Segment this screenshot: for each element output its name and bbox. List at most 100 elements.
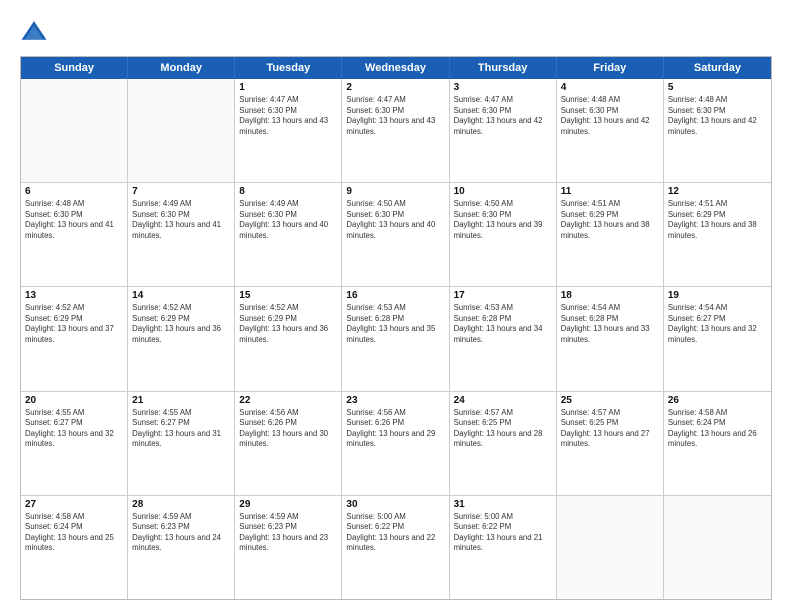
cell-info: Sunrise: 4:58 AM Sunset: 6:24 PM Dayligh… <box>25 512 123 554</box>
day-number: 9 <box>346 186 444 197</box>
cell-info: Sunrise: 4:53 AM Sunset: 6:28 PM Dayligh… <box>346 303 444 345</box>
cell-info: Sunrise: 4:52 AM Sunset: 6:29 PM Dayligh… <box>132 303 230 345</box>
calendar-cell: 28 Sunrise: 4:59 AM Sunset: 6:23 PM Dayli… <box>128 496 235 599</box>
cell-info: Sunrise: 4:55 AM Sunset: 6:27 PM Dayligh… <box>25 408 123 450</box>
day-number: 25 <box>561 395 659 406</box>
cell-info: Sunrise: 4:49 AM Sunset: 6:30 PM Dayligh… <box>239 199 337 241</box>
calendar-cell: 8 Sunrise: 4:49 AM Sunset: 6:30 PM Daylig… <box>235 183 342 286</box>
cell-info: Sunrise: 4:47 AM Sunset: 6:30 PM Dayligh… <box>346 95 444 137</box>
day-number: 22 <box>239 395 337 406</box>
weekday-header: Saturday <box>664 57 771 79</box>
cell-info: Sunrise: 4:59 AM Sunset: 6:23 PM Dayligh… <box>132 512 230 554</box>
day-number: 21 <box>132 395 230 406</box>
cell-info: Sunrise: 4:55 AM Sunset: 6:27 PM Dayligh… <box>132 408 230 450</box>
calendar-cell: 15 Sunrise: 4:52 AM Sunset: 6:29 PM Dayli… <box>235 287 342 390</box>
calendar-cell: 6Sunrise: 4:48 AM Sunset: 6:30 PM Daylig… <box>21 183 128 286</box>
calendar-cell <box>128 79 235 182</box>
calendar-cell <box>664 496 771 599</box>
day-number: 1 <box>239 82 337 93</box>
cell-info: Sunrise: 4:50 AM Sunset: 6:30 PM Dayligh… <box>346 199 444 241</box>
weekday-header: Sunday <box>21 57 128 79</box>
calendar-body: 1 Sunrise: 4:47 AM Sunset: 6:30 PM Daylig… <box>21 79 771 599</box>
calendar-cell: 12 Sunrise: 4:51 AM Sunset: 6:29 PM Dayli… <box>664 183 771 286</box>
cell-info: Sunrise: 4:51 AM Sunset: 6:29 PM Dayligh… <box>668 199 767 241</box>
calendar-cell: 16 Sunrise: 4:53 AM Sunset: 6:28 PM Dayli… <box>342 287 449 390</box>
calendar-week: 6Sunrise: 4:48 AM Sunset: 6:30 PM Daylig… <box>21 182 771 286</box>
calendar-cell <box>21 79 128 182</box>
logo-icon <box>20 18 48 46</box>
day-number: 16 <box>346 290 444 301</box>
calendar-cell: 18 Sunrise: 4:54 AM Sunset: 6:28 PM Dayli… <box>557 287 664 390</box>
cell-info: Sunrise: 4:53 AM Sunset: 6:28 PM Dayligh… <box>454 303 552 345</box>
cell-info: Sunrise: 4:48 AM Sunset: 6:30 PM Dayligh… <box>668 95 767 137</box>
day-number: 17 <box>454 290 552 301</box>
calendar-week: 27 Sunrise: 4:58 AM Sunset: 6:24 PM Dayli… <box>21 495 771 599</box>
day-number: 3 <box>454 82 552 93</box>
cell-info: Sunrise: 4:47 AM Sunset: 6:30 PM Dayligh… <box>239 95 337 137</box>
cell-info: Sunrise: 4:56 AM Sunset: 6:26 PM Dayligh… <box>346 408 444 450</box>
calendar-cell: 2Sunrise: 4:47 AM Sunset: 6:30 PM Daylig… <box>342 79 449 182</box>
calendar-cell <box>557 496 664 599</box>
cell-info: Sunrise: 4:57 AM Sunset: 6:25 PM Dayligh… <box>454 408 552 450</box>
day-number: 7 <box>132 186 230 197</box>
calendar-cell: 30 Sunrise: 5:00 AM Sunset: 6:22 PM Dayli… <box>342 496 449 599</box>
cell-info: Sunrise: 4:54 AM Sunset: 6:27 PM Dayligh… <box>668 303 767 345</box>
cell-info: Sunrise: 4:50 AM Sunset: 6:30 PM Dayligh… <box>454 199 552 241</box>
calendar-cell: 26 Sunrise: 4:58 AM Sunset: 6:24 PM Dayli… <box>664 392 771 495</box>
day-number: 10 <box>454 186 552 197</box>
calendar-cell: 5 Sunrise: 4:48 AM Sunset: 6:30 PM Daylig… <box>664 79 771 182</box>
header <box>20 18 772 46</box>
weekday-header: Wednesday <box>342 57 449 79</box>
calendar-cell: 11Sunrise: 4:51 AM Sunset: 6:29 PM Dayli… <box>557 183 664 286</box>
logo <box>20 18 52 46</box>
day-number: 12 <box>668 186 767 197</box>
day-number: 27 <box>25 499 123 510</box>
day-number: 8 <box>239 186 337 197</box>
cell-info: Sunrise: 4:52 AM Sunset: 6:29 PM Dayligh… <box>25 303 123 345</box>
cell-info: Sunrise: 4:59 AM Sunset: 6:23 PM Dayligh… <box>239 512 337 554</box>
calendar-cell: 21 Sunrise: 4:55 AM Sunset: 6:27 PM Dayli… <box>128 392 235 495</box>
day-number: 4 <box>561 82 659 93</box>
cell-info: Sunrise: 5:00 AM Sunset: 6:22 PM Dayligh… <box>346 512 444 554</box>
day-number: 5 <box>668 82 767 93</box>
day-number: 28 <box>132 499 230 510</box>
day-number: 31 <box>454 499 552 510</box>
calendar-cell: 13 Sunrise: 4:52 AM Sunset: 6:29 PM Dayli… <box>21 287 128 390</box>
day-number: 24 <box>454 395 552 406</box>
day-number: 11 <box>561 186 659 197</box>
day-number: 20 <box>25 395 123 406</box>
calendar-cell: 10 Sunrise: 4:50 AM Sunset: 6:30 PM Dayli… <box>450 183 557 286</box>
calendar-cell: 24 Sunrise: 4:57 AM Sunset: 6:25 PM Dayli… <box>450 392 557 495</box>
weekday-header: Tuesday <box>235 57 342 79</box>
cell-info: Sunrise: 4:52 AM Sunset: 6:29 PM Dayligh… <box>239 303 337 345</box>
calendar-cell: 20 Sunrise: 4:55 AM Sunset: 6:27 PM Dayli… <box>21 392 128 495</box>
cell-info: Sunrise: 4:57 AM Sunset: 6:25 PM Dayligh… <box>561 408 659 450</box>
day-number: 18 <box>561 290 659 301</box>
cell-info: Sunrise: 4:58 AM Sunset: 6:24 PM Dayligh… <box>668 408 767 450</box>
calendar-week: 20 Sunrise: 4:55 AM Sunset: 6:27 PM Dayli… <box>21 391 771 495</box>
calendar-week: 1 Sunrise: 4:47 AM Sunset: 6:30 PM Daylig… <box>21 79 771 182</box>
cell-info: Sunrise: 4:48 AM Sunset: 6:30 PM Dayligh… <box>561 95 659 137</box>
calendar-header: SundayMondayTuesdayWednesdayThursdayFrid… <box>21 57 771 79</box>
calendar-cell: 3 Sunrise: 4:47 AM Sunset: 6:30 PM Daylig… <box>450 79 557 182</box>
cell-info: Sunrise: 4:49 AM Sunset: 6:30 PM Dayligh… <box>132 199 230 241</box>
day-number: 13 <box>25 290 123 301</box>
calendar-cell: 22Sunrise: 4:56 AM Sunset: 6:26 PM Dayli… <box>235 392 342 495</box>
day-number: 26 <box>668 395 767 406</box>
day-number: 30 <box>346 499 444 510</box>
day-number: 23 <box>346 395 444 406</box>
day-number: 15 <box>239 290 337 301</box>
calendar-cell: 23 Sunrise: 4:56 AM Sunset: 6:26 PM Dayli… <box>342 392 449 495</box>
calendar-cell: 19Sunrise: 4:54 AM Sunset: 6:27 PM Dayli… <box>664 287 771 390</box>
calendar-cell: 9 Sunrise: 4:50 AM Sunset: 6:30 PM Daylig… <box>342 183 449 286</box>
calendar-cell: 7 Sunrise: 4:49 AM Sunset: 6:30 PM Daylig… <box>128 183 235 286</box>
cell-info: Sunrise: 4:47 AM Sunset: 6:30 PM Dayligh… <box>454 95 552 137</box>
weekday-header: Friday <box>557 57 664 79</box>
calendar-cell: 17 Sunrise: 4:53 AM Sunset: 6:28 PM Dayli… <box>450 287 557 390</box>
calendar-cell: 31Sunrise: 5:00 AM Sunset: 6:22 PM Dayli… <box>450 496 557 599</box>
day-number: 14 <box>132 290 230 301</box>
page: SundayMondayTuesdayWednesdayThursdayFrid… <box>0 0 792 612</box>
weekday-header: Monday <box>128 57 235 79</box>
cell-info: Sunrise: 4:48 AM Sunset: 6:30 PM Dayligh… <box>25 199 123 241</box>
cell-info: Sunrise: 4:54 AM Sunset: 6:28 PM Dayligh… <box>561 303 659 345</box>
